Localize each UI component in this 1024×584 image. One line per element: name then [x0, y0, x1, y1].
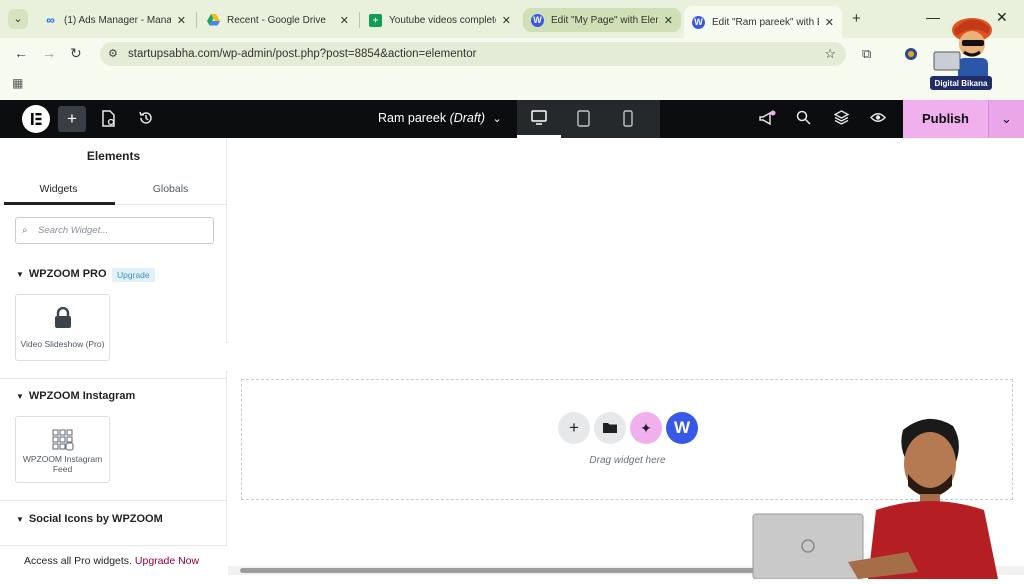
svg-text:Digital Bikana: Digital Bikana	[935, 79, 988, 88]
widget-label: WPZOOM Instagram Feed	[22, 454, 103, 474]
document-name: Ram pareek	[378, 111, 447, 125]
tab-strip: ⌄ ∞ (1) Ads Manager - Manage ✕ Recent - …	[0, 0, 1024, 38]
wordpress-kit-icon[interactable]: W	[666, 412, 698, 444]
close-icon[interactable]: ✕	[502, 14, 511, 27]
wordpress-icon: W	[692, 15, 705, 29]
tab-search-button[interactable]: ⌄	[8, 9, 28, 29]
url-field[interactable]: ⚙ startupsabha.com/wp-admin/post.php?pos…	[100, 42, 846, 66]
site-settings-icon[interactable]: ⚙	[108, 42, 118, 66]
close-icon[interactable]: ✕	[340, 14, 349, 27]
back-icon[interactable]: ←	[14, 45, 28, 61]
lock-icon	[54, 307, 71, 328]
caret-down-icon: ▼	[16, 515, 24, 524]
page-settings-icon[interactable]	[101, 110, 116, 130]
desktop-icon[interactable]	[531, 110, 547, 128]
tab-widgets[interactable]: Widgets	[2, 183, 115, 195]
tab-separator	[196, 12, 197, 28]
preview-eye-icon[interactable]	[870, 111, 886, 127]
mobile-icon[interactable]	[623, 110, 633, 130]
apps-grid-icon[interactable]: ▦	[12, 76, 23, 90]
category-label: WPZOOM PRO	[28, 268, 107, 280]
tab-title: Youtube videos complete	[389, 14, 496, 26]
tab-title: Recent - Google Drive	[227, 14, 326, 26]
document-status: (Draft)	[449, 111, 485, 125]
presenter-webcam	[748, 412, 1020, 580]
bookmarks-bar	[0, 70, 1024, 100]
active-tab-indicator	[4, 202, 115, 205]
tab-ads-manager[interactable]: ∞ (1) Ads Manager - Manage ✕	[36, 8, 194, 32]
meta-icon: ∞	[46, 12, 55, 27]
tab-google-drive[interactable]: Recent - Google Drive ✕	[199, 8, 357, 32]
reload-icon[interactable]: ↻	[70, 45, 82, 62]
caret-down-icon: ▼	[16, 392, 24, 401]
ai-sparkle-icon[interactable]: ✦	[630, 412, 662, 444]
upgrade-badge[interactable]: Upgrade	[112, 268, 155, 282]
category-label: Social Icons by WPZOOM	[28, 513, 163, 525]
close-icon[interactable]: ✕	[664, 14, 673, 27]
widget-wpzoom-instagram-feed[interactable]: WPZOOM Instagram Feed	[15, 416, 110, 483]
bookmark-star-icon[interactable]: ☆	[824, 42, 836, 66]
add-element-button[interactable]: +	[58, 106, 86, 132]
instagram-grid-icon	[51, 429, 74, 451]
profile-extension-icon[interactable]	[904, 46, 918, 63]
upgrade-now-link[interactable]: Upgrade Now	[135, 555, 199, 567]
new-tab-button[interactable]: +	[852, 10, 861, 27]
google-sheets-icon: +	[369, 13, 382, 27]
panel-title: Elements	[86, 149, 141, 163]
category-divider	[0, 378, 227, 379]
category-social-icons-wpzoom[interactable]: ▼ Social Icons by WPZOOM	[16, 513, 163, 525]
wordpress-icon: W	[531, 13, 544, 27]
search-placeholder: Search Widget...	[38, 225, 109, 236]
widget-label: Video Slideshow (Pro)	[20, 339, 105, 349]
category-label: WPZOOM Instagram	[28, 390, 136, 402]
channel-logo: Digital Bikana	[928, 8, 1008, 96]
category-divider	[0, 500, 227, 501]
structure-layers-icon[interactable]	[833, 110, 850, 128]
history-icon[interactable]	[138, 110, 154, 129]
tab-title: (1) Ads Manager - Manage	[64, 14, 171, 26]
publish-button[interactable]: Publish	[903, 100, 988, 138]
tab-edit-my-page[interactable]: W Edit "My Page" with Elem ✕	[523, 8, 681, 32]
publish-options-button[interactable]: ⌄	[988, 100, 1024, 138]
tab-title: Edit "My Page" with Elem	[551, 14, 658, 26]
templates-folder-icon[interactable]	[594, 412, 626, 444]
add-section-button[interactable]: +	[558, 412, 590, 444]
search-icon: ⌕	[22, 225, 28, 236]
tab-globals[interactable]: Globals	[114, 183, 227, 195]
document-title[interactable]: Ram pareek (Draft) ⌄	[378, 111, 502, 125]
url-text: startupsabha.com/wp-admin/post.php?post=…	[128, 48, 477, 60]
category-wpzoom-pro[interactable]: ▼ WPZOOM PRO	[16, 268, 107, 280]
forward-icon[interactable]: →	[42, 45, 56, 61]
caret-down-icon: ▼	[16, 270, 24, 279]
tab-edit-ram-pareek[interactable]: W Edit "Ram pareek" with E ✕	[684, 6, 842, 38]
elementor-logo-button[interactable]	[22, 105, 50, 136]
search-icon[interactable]	[796, 110, 811, 128]
promo-text: Access all Pro widgets.	[24, 555, 132, 567]
pro-promo-banner: Access all Pro widgets. Upgrade Now	[0, 545, 227, 579]
widget-video-slideshow-pro[interactable]: Video Slideshow (Pro)	[15, 294, 110, 361]
close-icon[interactable]: ✕	[825, 16, 834, 29]
google-drive-icon	[207, 13, 220, 27]
tab-title: Edit "Ram pareek" with E	[712, 16, 819, 28]
category-wpzoom-instagram[interactable]: ▼ WPZOOM Instagram	[16, 390, 135, 402]
close-icon[interactable]: ✕	[177, 14, 186, 27]
search-widget-input[interactable]: ⌕ Search Widget...	[15, 217, 214, 244]
extensions-icon[interactable]: ⧉	[862, 46, 871, 62]
tab-youtube-sheet[interactable]: + Youtube videos complete ✕	[361, 8, 519, 32]
tablet-icon[interactable]	[577, 110, 590, 130]
tab-separator	[359, 12, 360, 28]
drag-widget-text: Drag widget here	[589, 455, 666, 466]
notifications-icon[interactable]	[758, 110, 776, 130]
chevron-down-icon: ⌄	[492, 113, 502, 125]
